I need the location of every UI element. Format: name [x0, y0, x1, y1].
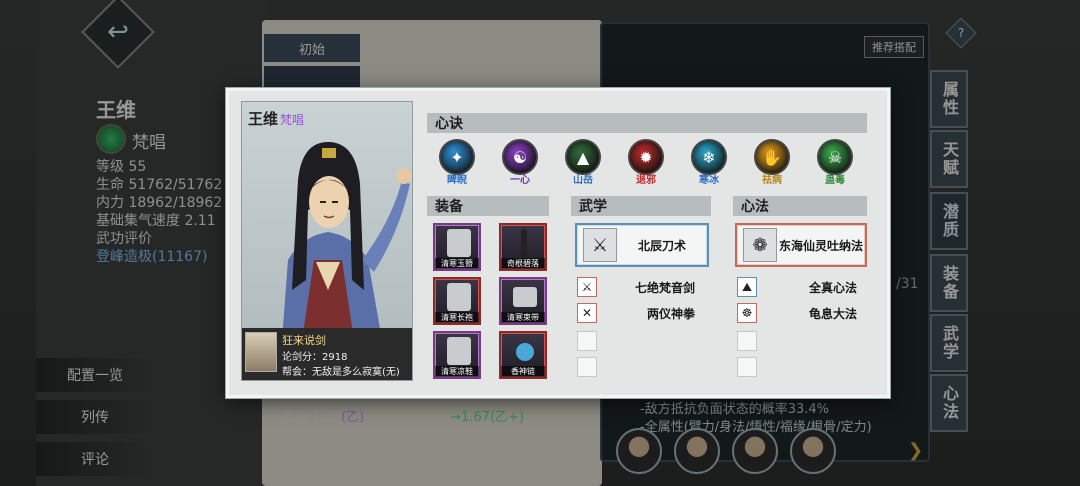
- equipment-slot-weapon[interactable]: 奇根碧落: [499, 223, 547, 271]
- xinjue-icon: ☠: [817, 139, 853, 175]
- xinjue-icon: ✹: [628, 139, 664, 175]
- wuxue-skill-name: 七绝梵音剑: [635, 280, 696, 295]
- guild-name: 帮会：无敌是多么寂寞(无): [282, 367, 400, 378]
- xinfa-main-name: 东海仙灵吐纳法: [778, 238, 863, 253]
- equipment-label: 清寒玉簪: [435, 258, 479, 269]
- equipment-label: 香神链: [501, 366, 545, 377]
- character-name-row: 王维 梵唱: [248, 108, 304, 129]
- xinjue-label: 退邪: [636, 175, 656, 186]
- equipment-label: 清寒长袍: [435, 312, 479, 323]
- xinfa-skill-row[interactable]: ⛰ 全真心法: [737, 277, 865, 297]
- equipment-slot-necklace[interactable]: 香神链: [499, 331, 547, 379]
- meditation-icon: ⛰: [737, 277, 757, 297]
- equipment-slot-robe[interactable]: 清寒长袍: [433, 277, 481, 325]
- xinjue-item[interactable]: ☯ 一心: [500, 139, 540, 186]
- martial-skill-icon: ✕: [577, 303, 597, 323]
- equipment-label: 清寒凉鞋: [435, 366, 479, 377]
- lotus-icon: ❁: [743, 228, 777, 262]
- xinjue-label: 睥睨: [447, 175, 467, 186]
- meditation-icon: ☸: [737, 303, 757, 323]
- wuxue-main-name: 北辰刀术: [637, 238, 686, 253]
- xinjue-item[interactable]: ✦ 睥睨: [437, 139, 477, 186]
- character-card: 王维 梵唱 狂来说剑 论剑分：2918 帮会：无敌是多么寂寞(无): [241, 101, 413, 381]
- xinjue-label: 蛊毒: [825, 175, 845, 186]
- xinjue-label: 一心: [510, 175, 530, 186]
- xinjue-item[interactable]: ✋ 祛病: [752, 139, 792, 186]
- xinjue-item[interactable]: ▲ 山岳: [563, 139, 603, 186]
- equipment-label: 奇根碧落: [501, 258, 545, 269]
- xinfa-skill-name: 龟息大法: [809, 306, 858, 321]
- player-avatar: [245, 332, 277, 372]
- character-school: 梵唱: [280, 113, 305, 127]
- xinjue-item[interactable]: ☠ 蛊毒: [815, 139, 855, 186]
- xinjue-icon: ✋: [754, 139, 790, 175]
- empty-skill-slot[interactable]: [577, 357, 597, 377]
- empty-skill-slot[interactable]: [737, 357, 757, 377]
- wuxue-skill-row[interactable]: ✕ 两仪神拳: [577, 303, 705, 323]
- xinfa-skill-name: 全真心法: [809, 280, 858, 295]
- equipment-header: 装备: [427, 196, 549, 216]
- equipment-slot-hairpin[interactable]: 清寒玉簪: [433, 223, 481, 271]
- empty-skill-slot[interactable]: [577, 331, 597, 351]
- xinjue-item[interactable]: ❄ 寒冰: [689, 139, 729, 186]
- character-build-modal: 王维 梵唱 狂来说剑 论剑分：2918 帮会：无敌是多么寂寞(无) 心诀 ✦ 睥睨 ☯…: [226, 88, 890, 398]
- empty-skill-slot[interactable]: [737, 331, 757, 351]
- equipment-slot-shoes[interactable]: 清寒凉鞋: [433, 331, 481, 379]
- xinjue-icon: ▲: [565, 139, 601, 175]
- martial-skill-icon: ⚔: [577, 277, 597, 297]
- xinjue-label: 山岳: [573, 175, 593, 186]
- equipment-slot-belt[interactable]: 清寒束带: [499, 277, 547, 325]
- wuxue-main-skill[interactable]: ⚔ 北辰刀术: [575, 223, 709, 267]
- character-portrait: [282, 142, 412, 340]
- sword-score: 论剑分：2918: [282, 352, 348, 363]
- wuxue-skill-row[interactable]: ⚔ 七绝梵音剑: [577, 277, 705, 297]
- player-title: 狂来说剑: [282, 334, 326, 347]
- sword-figure-icon: ⚔: [583, 228, 617, 262]
- equipment-label: 清寒束带: [501, 312, 545, 323]
- xinjue-header: 心诀: [427, 113, 867, 133]
- character-info-bar: 狂来说剑 论剑分：2918 帮会：无敌是多么寂寞(无): [242, 328, 412, 380]
- wuxue-skill-name: 两仪神拳: [647, 306, 696, 321]
- xinfa-skill-row[interactable]: ☸ 龟息大法: [737, 303, 865, 323]
- xinjue-label: 祛病: [762, 175, 782, 186]
- xinjue-icon: ✦: [439, 139, 475, 175]
- wuxue-header: 武学: [571, 196, 711, 216]
- xinjue-item[interactable]: ✹ 退邪: [626, 139, 666, 186]
- xinfa-header: 心法: [733, 196, 867, 216]
- xinjue-label: 寒冰: [699, 175, 719, 186]
- xinfa-main-skill[interactable]: ❁ 东海仙灵吐纳法: [735, 223, 867, 267]
- character-name: 王维: [248, 110, 279, 128]
- xinjue-icon: ❄: [691, 139, 727, 175]
- xinjue-icon: ☯: [502, 139, 538, 175]
